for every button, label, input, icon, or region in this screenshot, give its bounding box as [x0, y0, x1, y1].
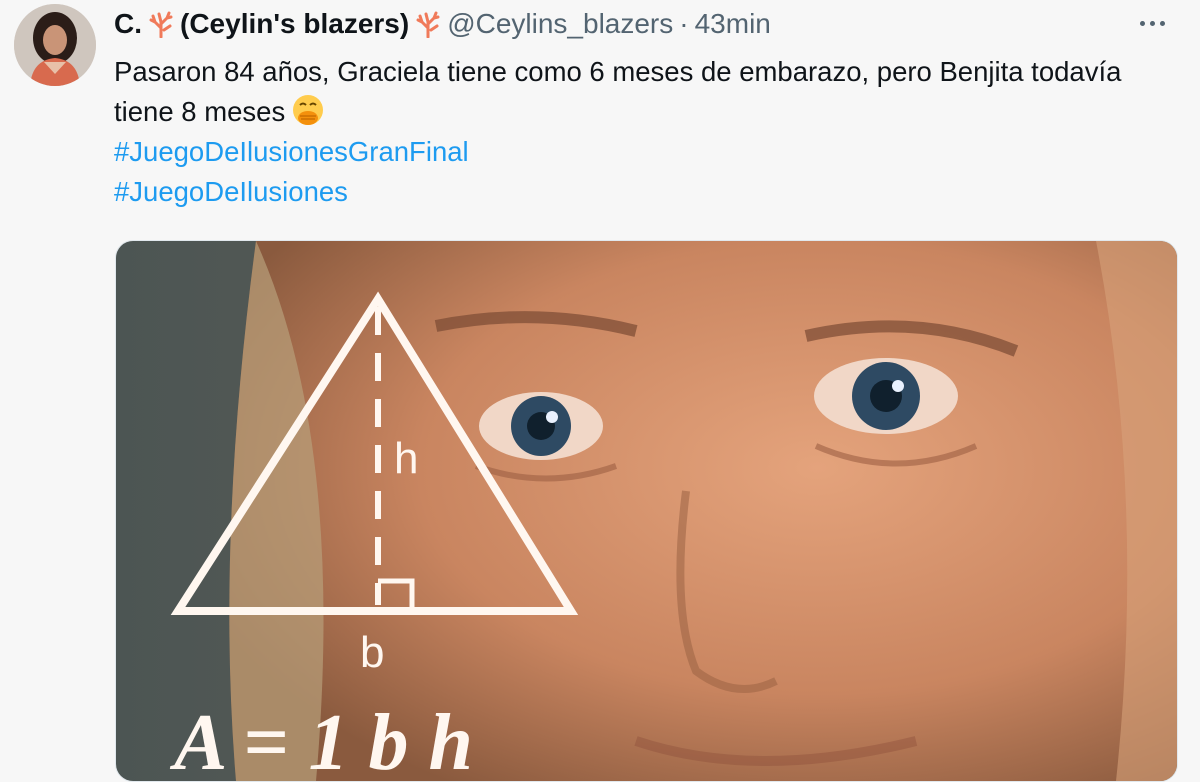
math-lady-meme-image: h b A = 1 b h — [116, 241, 1177, 781]
height-label: h — [394, 434, 418, 483]
base-label: b — [360, 628, 384, 677]
hashtag-link[interactable]: #JuegoDeIlusiones — [114, 172, 1174, 212]
tweet-header: C. (Ceylin's blazers) @Ceylins_blazers ·… — [114, 6, 771, 42]
user-handle[interactable]: @Ceylins_blazers — [447, 8, 673, 40]
display-name[interactable]: (Ceylin's blazers) — [180, 8, 409, 40]
separator-dot: · — [679, 8, 689, 39]
tweet-body: Pasaron 84 años, Graciela tiene como 6 m… — [114, 56, 1122, 127]
face-with-hand-over-mouth-icon — [293, 95, 324, 125]
tweet-media-image[interactable]: h b A = 1 b h — [115, 240, 1178, 782]
tweet-text: Pasaron 84 años, Graciela tiene como 6 m… — [114, 52, 1174, 212]
area-formula: A = 1 b h — [169, 699, 473, 781]
tweet-timestamp[interactable]: 43min — [695, 8, 771, 40]
display-name-prefix[interactable]: C. — [114, 8, 142, 40]
hashtag-link[interactable]: #JuegoDeIlusionesGranFinal — [114, 132, 1174, 172]
avatar[interactable] — [14, 4, 96, 86]
coral-emoji-icon — [149, 11, 173, 38]
profile-photo — [14, 4, 96, 86]
more-options-icon[interactable] — [1132, 8, 1172, 38]
coral-emoji-icon — [416, 11, 440, 38]
